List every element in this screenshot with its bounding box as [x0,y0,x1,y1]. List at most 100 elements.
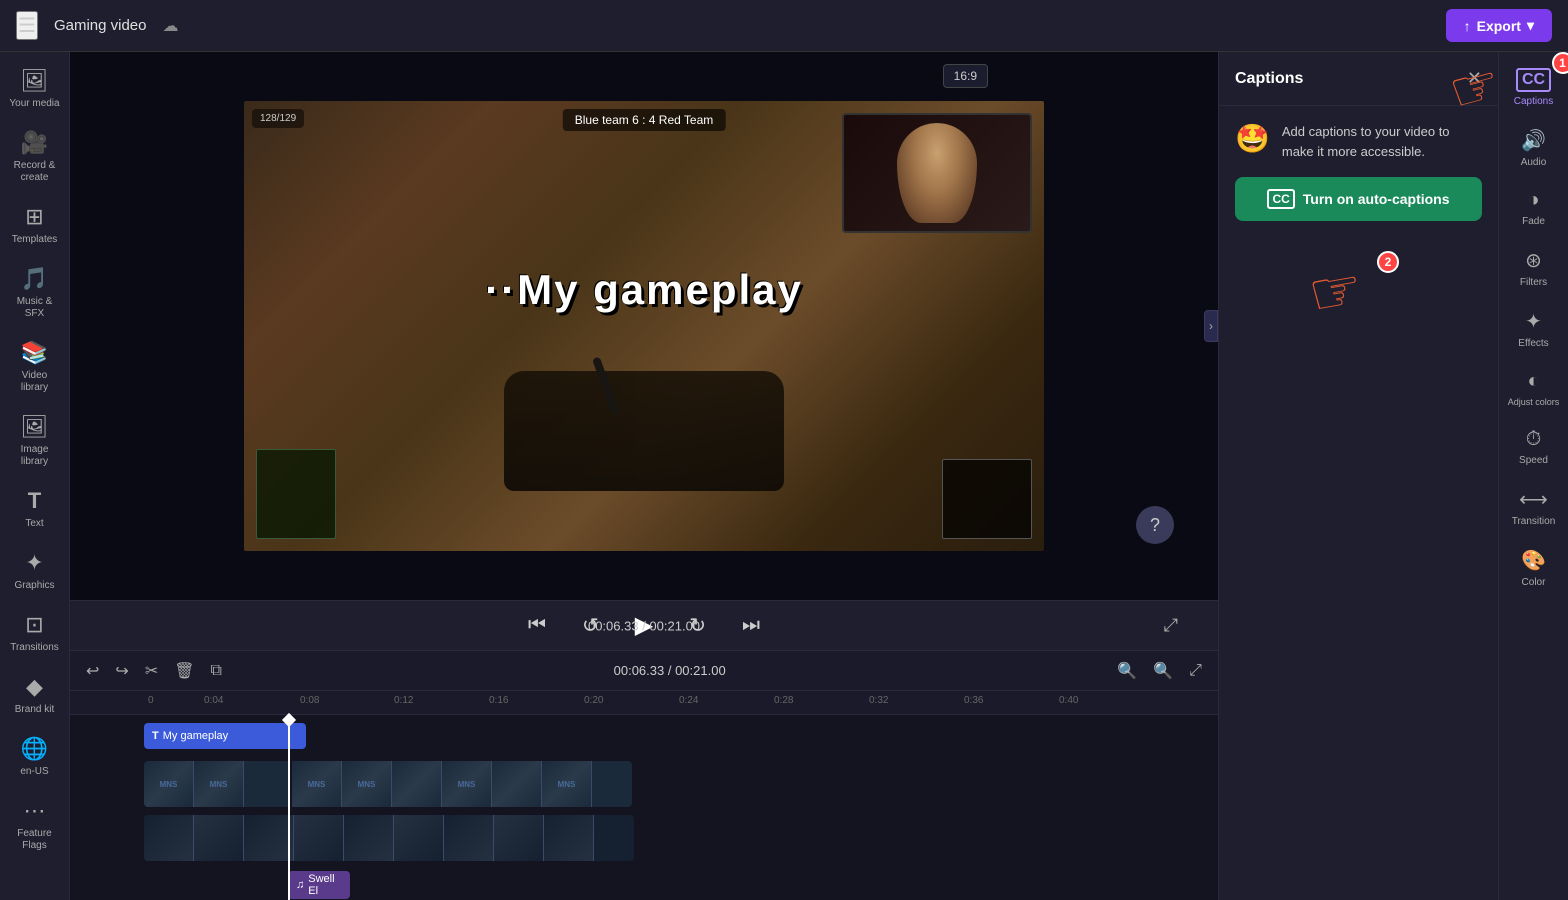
help-button[interactable]: ? [1136,506,1174,544]
promo-text: Add captions to your video to make it mo… [1282,122,1482,161]
right-tool-adjust[interactable]: ◐ Adjust colors [1502,362,1566,416]
thumb [294,815,344,861]
sidebar-item-label: Feature Flags [9,828,61,852]
text-track-icon: T [152,730,159,742]
right-tool-transition[interactable]: ⟷ Transition [1502,479,1566,536]
delete-button[interactable]: 🗑 [170,657,198,685]
sidebar-item-music[interactable]: 🎵 Music & SFX [3,258,67,328]
sidebar-item-video-library[interactable]: 📚 Video library [3,332,67,402]
transition-tool-label: Transition [1512,516,1556,528]
templates-icon: ⊞ [25,204,43,230]
thumb [144,815,194,861]
cursor-badge-2: 2 [1377,251,1399,273]
export-icon: ↑ [1464,18,1471,34]
export-button[interactable]: ↑ Export ▾ [1446,9,1552,42]
captions-panel-body: 🤩 Add captions to your video to make it … [1219,106,1498,237]
sidebar-item-brand-kit[interactable]: ◆ Brand kit [3,666,67,724]
audio-swell-segment[interactable]: ♫ Swell El [288,871,350,899]
audio-swell-icon: ♫ [296,879,304,891]
hand-cursor-2: ☞ [1303,253,1368,331]
captions-promo: 🤩 Add captions to your video to make it … [1235,122,1482,161]
pip-person [897,123,977,223]
sidebar-item-en-us[interactable]: 🌐 en-US [3,728,67,786]
right-tool-speed[interactable]: ⏱ Speed [1502,420,1566,475]
graphics-icon: ✦ [25,550,43,576]
thumb: MNS [442,761,492,807]
cursor-area-2: ☞ 2 [1219,237,1498,357]
menu-button[interactable]: ☰ [16,11,38,40]
aspect-ratio-badge: 16:9 [943,64,988,88]
sidebar-item-label: Graphics [14,580,54,592]
left-sidebar: 🖼 Your media 🎥 Record & create ⊞ Templat… [0,52,70,900]
sidebar-item-feature-flags[interactable]: ⋯ Feature Flags [3,790,67,860]
thumb [492,761,542,807]
sidebar-item-label: Brand kit [15,704,54,716]
timeline-fullscreen-button[interactable]: ⤢ [1185,658,1206,684]
sidebar-item-your-media[interactable]: 🖼 Your media [3,60,67,118]
sidebar-item-record[interactable]: 🎥 Record & create [3,122,67,192]
thumb [394,815,444,861]
text-track-segment[interactable]: T My gameplay [144,723,306,749]
collapse-right-button[interactable]: › [1204,310,1218,342]
color-tool-icon: 🎨 [1521,548,1546,573]
effects-tool-icon: ✦ [1525,309,1542,334]
close-captions-button[interactable]: ✕ [1467,68,1482,89]
video-segment-1b[interactable]: MNS MNS MNS MNS [292,761,632,807]
video-segment-2[interactable] [144,815,634,861]
video-library-icon: 📚 [21,340,48,366]
captions-panel-header: Captions ✕ [1219,52,1498,106]
right-tool-color[interactable]: 🎨 Color [1502,540,1566,597]
zoom-out-button[interactable]: 🔍 [1113,657,1141,685]
audio-swell-label: Swell El [308,873,342,897]
fullscreen-button[interactable]: ⤢ [1164,615,1178,636]
zoom-in-button[interactable]: 🔍 [1149,657,1177,685]
right-tool-audio[interactable]: 🔊 Audio [1502,120,1566,177]
thumb: MNS [144,761,194,807]
captions-tool-icon: CC [1516,68,1551,92]
thumb [444,815,494,861]
more-icon: ⋯ [24,798,46,824]
brand-icon: ◆ [26,674,43,700]
right-tool-captions[interactable]: CC Captions [1502,60,1566,116]
redo-button[interactable]: ↪ [111,657,132,685]
right-tool-fade[interactable]: ◑ Fade [1502,181,1566,236]
time-ruler: 0 0:04 0:08 0:12 0:16 0:20 0:24 0:28 0:3… [70,691,1218,715]
skip-back-button[interactable]: ⏮ [520,610,554,641]
music-icon: 🎵 [21,266,48,292]
fade-tool-icon: ◑ [1527,189,1539,212]
adjust-tool-label: Adjust colors [1508,397,1560,408]
sidebar-item-label: Templates [12,234,58,246]
right-tool-filters[interactable]: ⊛ Filters [1502,240,1566,297]
auto-captions-button[interactable]: CC Turn on auto-captions [1235,177,1482,221]
skip-forward-button[interactable]: ⏭ [734,610,768,641]
sidebar-item-templates[interactable]: ⊞ Templates [3,196,67,254]
sidebar-item-label: Music & SFX [9,296,61,320]
language-icon: 🌐 [21,736,48,762]
sidebar-item-graphics[interactable]: ✦ Graphics [3,542,67,600]
thumb [244,815,294,861]
right-tool-effects[interactable]: ✦ Effects [1502,301,1566,358]
speed-tool-label: Speed [1519,455,1548,467]
center-area: Blue team 6 : 4 Red Team 128/129 ··My ga… [70,52,1218,900]
thumb: MNS [194,761,244,807]
sidebar-item-image-library[interactable]: 🖼 Image library [3,406,67,476]
playhead [288,719,290,900]
video-segment-1a[interactable]: MNS MNS [144,761,288,807]
sidebar-item-text[interactable]: T Text [3,480,67,538]
captions-panel-title: Captions [1235,70,1303,88]
sidebar-item-transitions[interactable]: ⊡ Transitions [3,604,67,662]
inventory-hud [256,449,336,539]
timeline-content[interactable]: 0 0:04 0:08 0:12 0:16 0:20 0:24 0:28 0:3… [70,691,1218,900]
hud-score: Blue team 6 : 4 Red Team [563,109,726,131]
thumb [344,815,394,861]
text-track-row: T My gameplay [70,719,1218,755]
color-tool-label: Color [1522,577,1546,589]
cut-button[interactable]: ✂ [141,657,162,685]
copy-button[interactable]: ⧉ [207,658,226,684]
captions-tool-label: Captions [1514,96,1553,108]
undo-button[interactable]: ↩ [82,657,103,685]
playback-controls: ⏮ ↺ ▶ ↻ ⏭ 00:06.33 / 00:21.00 ⤢ [70,600,1218,650]
video-track-2-row [70,813,1218,865]
audio-tool-label: Audio [1521,157,1547,169]
adjust-tool-icon: ◐ [1527,370,1539,393]
